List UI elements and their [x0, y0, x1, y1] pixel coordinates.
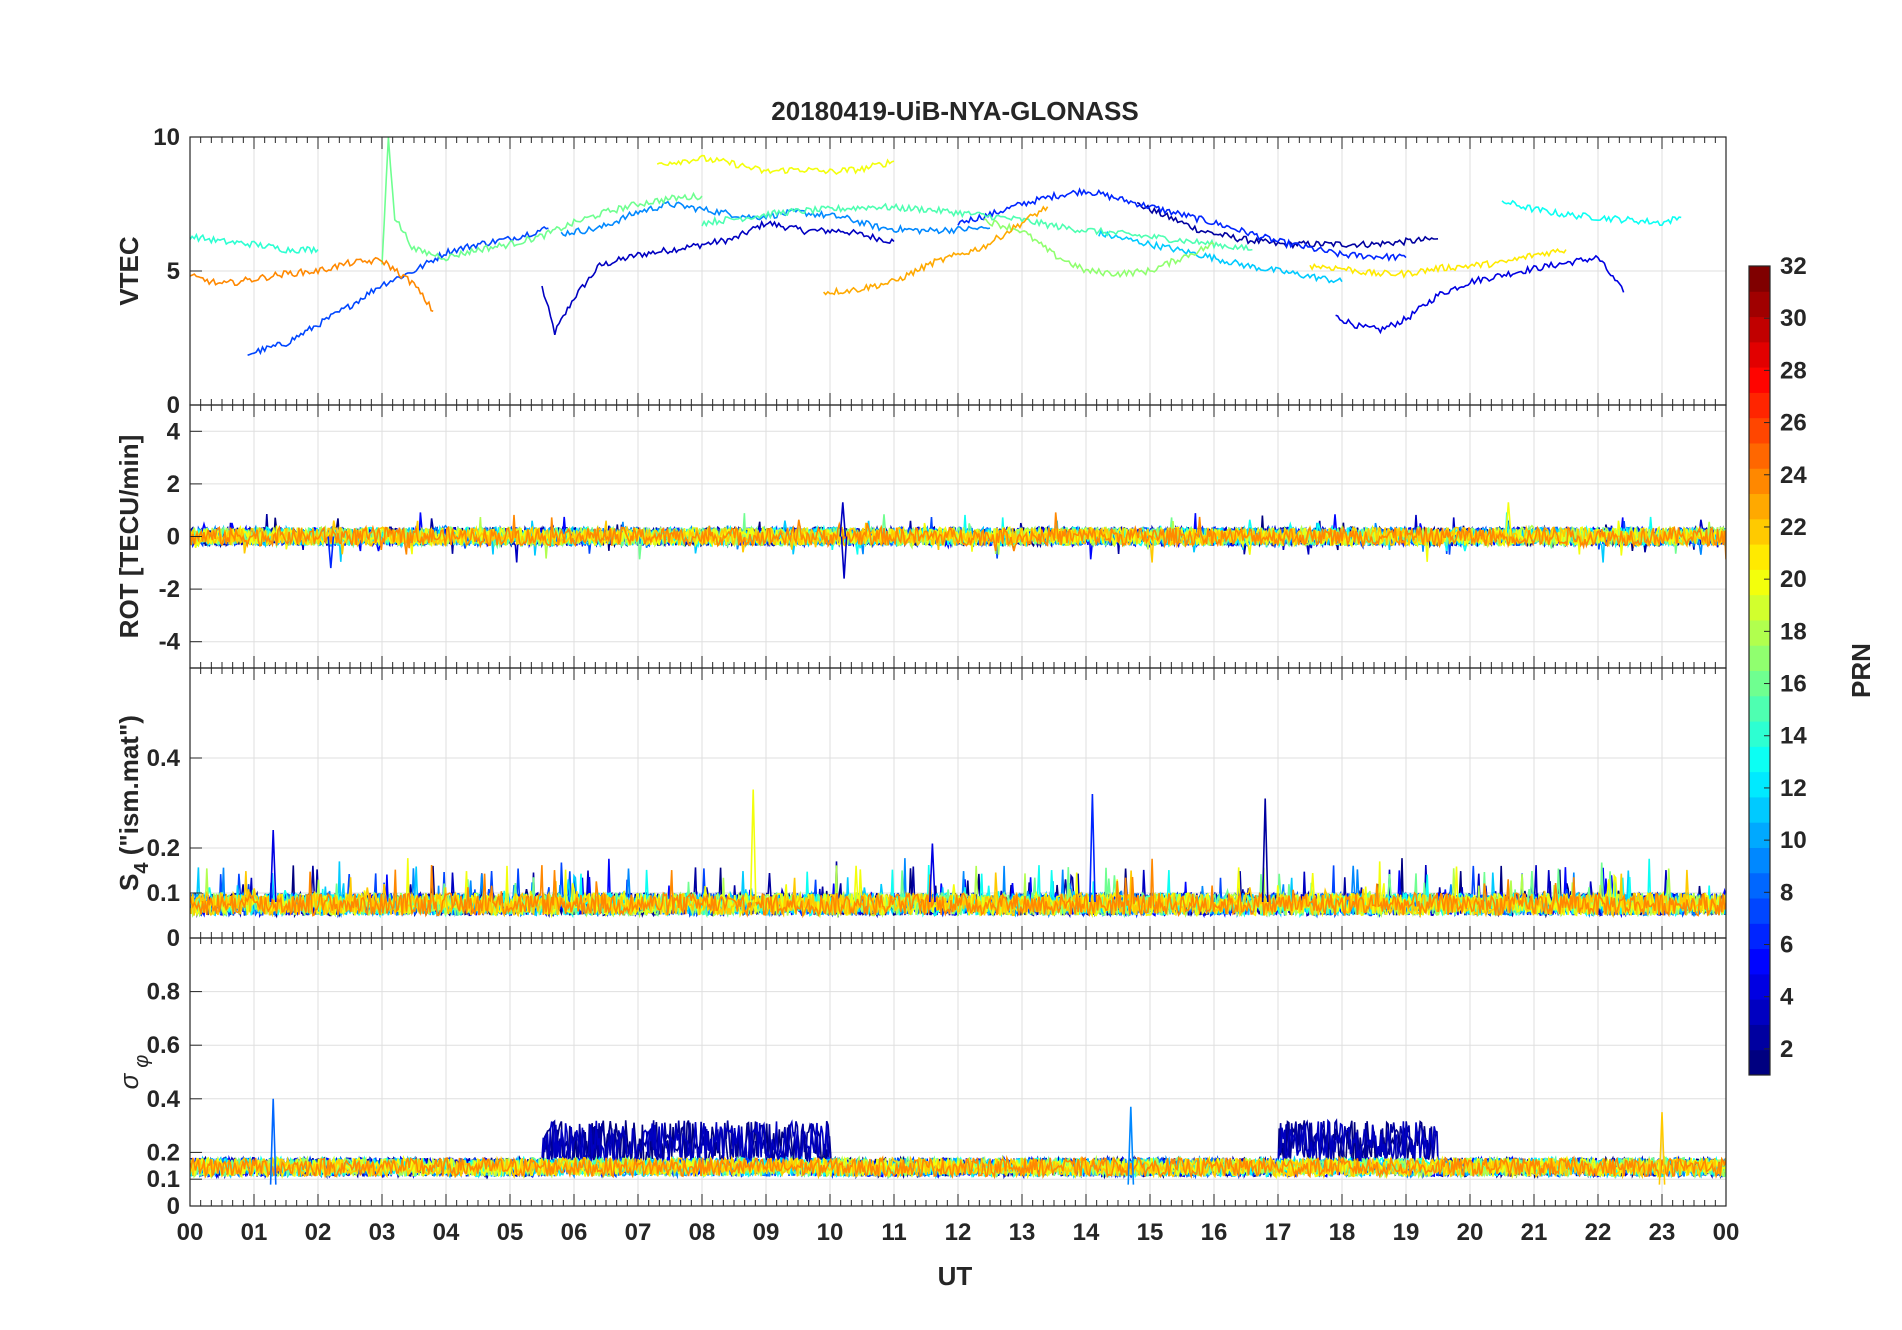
- x-tick-label: 07: [625, 1219, 652, 1246]
- colorbar-segment: [1749, 594, 1770, 621]
- x-tick-label: 00: [1713, 1219, 1740, 1246]
- colorbar-segment: [1749, 973, 1770, 1000]
- x-tick-label: 20: [1457, 1219, 1484, 1246]
- y-axis-label-rest: ("ism.mat"): [114, 715, 144, 862]
- x-tick-label: 11: [881, 1219, 906, 1246]
- colorbar-tick-label: 24: [1780, 462, 1807, 489]
- x-tick-label: 22: [1585, 1219, 1612, 1246]
- colorbar-tick-label: 8: [1780, 879, 1793, 906]
- colorbar-segment: [1749, 417, 1770, 444]
- colorbar-label: PRN: [1846, 643, 1876, 698]
- colorbar-segment: [1749, 1024, 1770, 1051]
- colorbar-tick-label: 10: [1780, 827, 1807, 854]
- x-tick-label: 00: [177, 1219, 204, 1246]
- colorbar-tick-label: 4: [1780, 984, 1794, 1011]
- y-tick-label: -2: [159, 576, 180, 603]
- colorbar-tick-label: 14: [1780, 723, 1807, 750]
- colorbar-segment: [1749, 442, 1770, 469]
- y-tick-label: -4: [159, 629, 181, 656]
- colorbar-segment: [1749, 569, 1770, 596]
- x-tick-label: 08: [689, 1219, 716, 1246]
- x-tick-label: 10: [817, 1219, 844, 1246]
- figure: 20180419-UiB-NYA-GLONASS 0510VTEC-4-2024…: [0, 0, 1902, 1330]
- y-tick-label: 4: [167, 418, 181, 445]
- y-tick-label: 0.4: [147, 1086, 181, 1113]
- y-axis-label: VTEC: [114, 236, 144, 306]
- x-tick-label: 04: [433, 1219, 460, 1246]
- y-tick-label: 0: [167, 925, 180, 952]
- colorbar-segment: [1749, 316, 1770, 343]
- colorbar-segment: [1749, 367, 1770, 393]
- x-tick-label: 17: [1265, 1219, 1292, 1246]
- colorbar-segment: [1749, 468, 1770, 495]
- colorbar-tick-label: 32: [1780, 253, 1807, 280]
- y-tick-label: 0.2: [147, 835, 180, 862]
- colorbar-segment: [1749, 493, 1770, 520]
- colorbar-segment: [1749, 923, 1770, 950]
- colorbar-segment: [1749, 999, 1770, 1025]
- x-tick-label: 15: [1137, 1219, 1164, 1246]
- colorbar-tick-label: 16: [1780, 671, 1807, 698]
- colorbar-segment: [1749, 695, 1770, 722]
- x-tick-label: 19: [1393, 1219, 1420, 1246]
- colorbar-segment: [1749, 291, 1770, 318]
- colorbar-tick-label: 12: [1780, 775, 1807, 802]
- colorbar-segment: [1749, 898, 1770, 924]
- x-tick-label: 01: [241, 1219, 268, 1246]
- y-axis-label-subscript: φ: [131, 1055, 153, 1068]
- chart-title: 20180419-UiB-NYA-GLONASS: [771, 96, 1139, 126]
- y-tick-label: 0: [167, 392, 180, 419]
- colorbar-segment: [1749, 392, 1770, 419]
- x-tick-label: 21: [1521, 1219, 1548, 1246]
- y-axis-label-base: S: [114, 874, 144, 891]
- colorbar-segment: [1749, 721, 1770, 747]
- x-tick-label: 13: [1009, 1219, 1036, 1246]
- colorbar-segment: [1749, 1049, 1770, 1076]
- y-tick-label: 2: [167, 471, 180, 498]
- colorbar-tick-label: 28: [1780, 357, 1807, 384]
- x-tick-label: 05: [497, 1219, 524, 1246]
- y-axis-label-base: σ: [114, 1072, 144, 1089]
- colorbar-tick-label: 22: [1780, 514, 1807, 541]
- colorbar-tick-label: 30: [1780, 305, 1807, 332]
- colorbar-tick-label: 18: [1780, 618, 1807, 645]
- colorbar-segment: [1749, 771, 1770, 798]
- colorbar-segment: [1749, 822, 1770, 848]
- colorbar-segment: [1749, 341, 1770, 368]
- y-axis-label: ROT [TECU/min]: [114, 435, 144, 639]
- x-axis-label: UT: [938, 1261, 973, 1291]
- y-tick-label: 0: [167, 1193, 180, 1220]
- colorbar-segment: [1749, 847, 1770, 874]
- colorbar-tick-label: 6: [1780, 932, 1793, 959]
- colorbar-segment: [1749, 544, 1770, 570]
- x-tick-label: 14: [1073, 1219, 1100, 1246]
- colorbar-segment: [1749, 948, 1770, 975]
- colorbar-segment: [1749, 266, 1770, 292]
- y-tick-label: 0.1: [147, 1166, 180, 1193]
- y-tick-label: 0.8: [147, 979, 180, 1006]
- x-tick-label: 18: [1329, 1219, 1356, 1246]
- y-tick-label: 10: [153, 124, 180, 151]
- colorbar-segment: [1749, 796, 1770, 823]
- x-tick-label: 09: [753, 1219, 780, 1246]
- colorbar-tick-label: 20: [1780, 566, 1807, 593]
- x-tick-label: 12: [945, 1219, 972, 1246]
- x-tick-label: 02: [305, 1219, 332, 1246]
- colorbar-segment: [1749, 518, 1770, 545]
- x-tick-label: 23: [1649, 1219, 1676, 1246]
- colorbar-segment: [1749, 645, 1770, 671]
- colorbar-segment: [1749, 619, 1770, 646]
- x-tick-label: 06: [561, 1219, 588, 1246]
- y-tick-label: 0.1: [147, 880, 180, 907]
- y-tick-label: 0: [167, 524, 180, 551]
- y-tick-label: 0.4: [147, 745, 181, 772]
- colorbar-segment: [1749, 872, 1770, 899]
- colorbar-tick-label: 26: [1780, 410, 1807, 437]
- colorbar-tick-label: 2: [1780, 1036, 1793, 1063]
- x-tick-label: 03: [369, 1219, 396, 1246]
- y-tick-label: 5: [167, 258, 180, 285]
- colorbar-segment: [1749, 746, 1770, 773]
- y-tick-label: 0.2: [147, 1139, 180, 1166]
- x-tick-label: 16: [1201, 1219, 1228, 1246]
